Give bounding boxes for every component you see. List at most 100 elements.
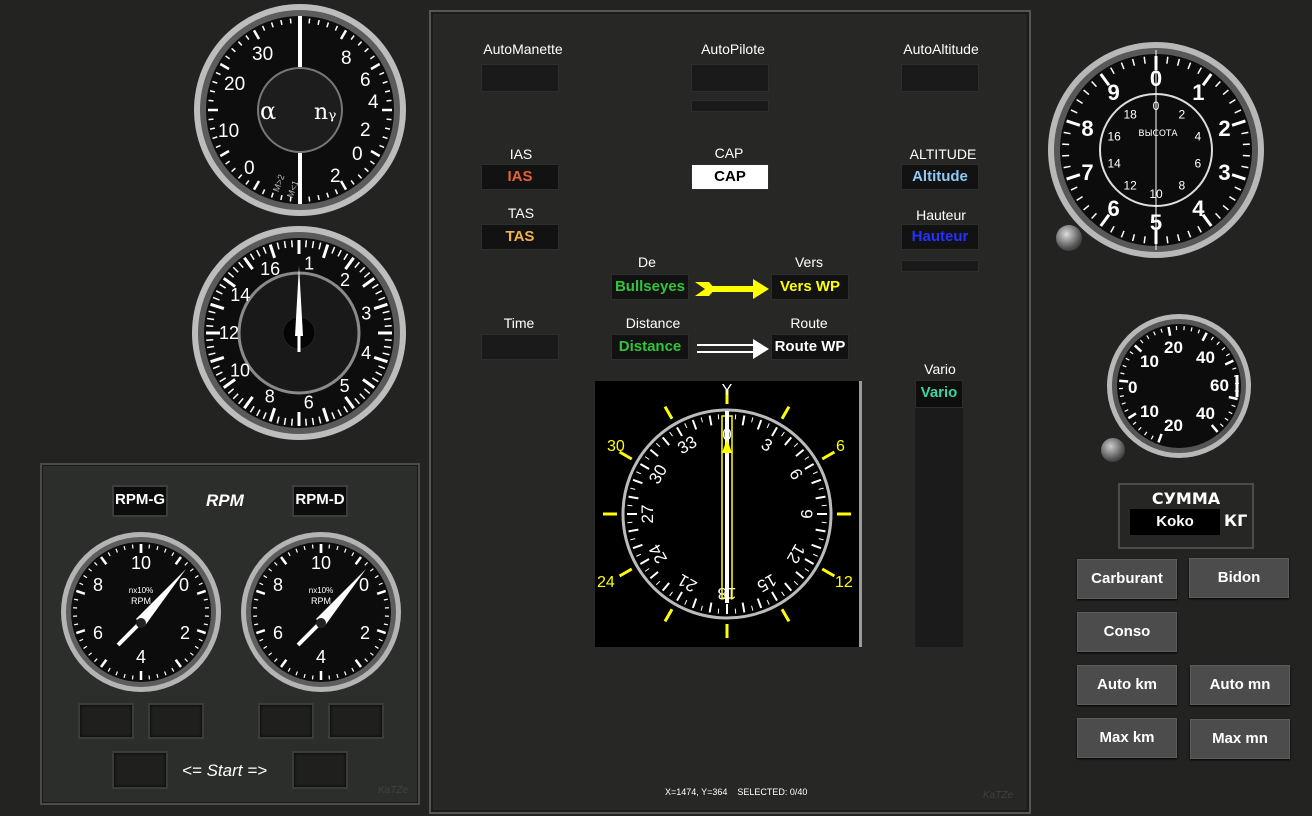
max-mn-button[interactable]: Max mn xyxy=(1190,719,1290,759)
altimeter-inner-label: 8 xyxy=(1179,179,1186,193)
speed-scale-label: 3 xyxy=(361,303,371,323)
compass-tick xyxy=(811,543,822,550)
compass-tick xyxy=(684,599,688,605)
autoaltitude-slot[interactable] xyxy=(901,64,979,92)
altimeter-label: ВЫСОТА xyxy=(1138,129,1178,139)
altimeter-inner-label: 2 xyxy=(1179,107,1186,121)
compass-tick xyxy=(815,528,826,533)
tick xyxy=(384,127,391,130)
automanette-label: AutoManette xyxy=(483,41,563,57)
compass-tick xyxy=(661,436,670,446)
hauteur-slot[interactable] xyxy=(901,260,979,272)
ny-scale-4: 4 xyxy=(368,92,379,113)
compass-tick xyxy=(793,442,799,448)
compass-outer-tick xyxy=(780,405,791,420)
de-caption: De xyxy=(638,254,656,270)
compass-tick xyxy=(649,571,659,580)
auto-mn-button[interactable]: Auto mn xyxy=(1190,665,1290,705)
start-left-button[interactable] xyxy=(112,751,168,789)
speed-scale-label: 6 xyxy=(304,392,314,412)
tick xyxy=(328,675,331,680)
ny-label: nᵧ xyxy=(314,100,336,125)
compass-tick xyxy=(751,417,754,423)
tick xyxy=(1143,236,1146,244)
compass-outer-6: 6 xyxy=(836,438,845,455)
compass-tick xyxy=(781,431,785,437)
compass-inner-label: 3 xyxy=(758,435,776,456)
compass-tick xyxy=(676,426,683,437)
tick xyxy=(148,544,151,549)
altimeter-inner-label: 4 xyxy=(1195,129,1202,143)
compass-tick xyxy=(751,605,754,611)
tick xyxy=(1166,236,1169,244)
compass-tick xyxy=(766,423,770,429)
vers-caption: Vers xyxy=(794,254,823,270)
tick xyxy=(1167,326,1172,336)
rpm-slot-4[interactable] xyxy=(328,703,384,739)
compass-tick xyxy=(628,528,639,533)
distance-display: Distance xyxy=(611,334,689,360)
tick xyxy=(289,18,292,24)
auto-km-button[interactable]: Auto km xyxy=(1077,665,1177,705)
conso-button[interactable]: Conso xyxy=(1077,612,1177,652)
vario-knob[interactable] xyxy=(1101,438,1125,462)
rpm-slot-3[interactable] xyxy=(258,703,314,739)
distance-caption: Distance xyxy=(625,315,681,331)
compass-tick xyxy=(708,602,713,613)
tick xyxy=(203,598,208,601)
tick xyxy=(254,623,259,626)
compass-tick xyxy=(795,571,805,580)
white-arrow-icon xyxy=(697,339,769,359)
altimeter-outer-label: 4 xyxy=(1192,196,1205,221)
compass-tick xyxy=(636,471,642,475)
compass-outer-tick xyxy=(780,608,791,623)
ias-caption: IAS xyxy=(509,146,533,162)
de-display: Bullseyes xyxy=(611,274,689,300)
autopilote-slot-2[interactable] xyxy=(691,100,769,112)
rpm-slot-1[interactable] xyxy=(78,703,134,739)
altimeter-outer-label: 3 xyxy=(1218,160,1230,185)
compass-tick xyxy=(649,448,659,457)
rpm-left-scale-4: 4 xyxy=(136,647,146,667)
tick xyxy=(317,194,320,201)
compass-tick xyxy=(639,558,650,565)
bidon-button[interactable]: Bidon xyxy=(1189,558,1289,598)
main-watermark: KaTZe xyxy=(983,790,1014,801)
main-panel: AutoManette AutoPilote AutoAltitude IAS … xyxy=(429,10,1031,814)
tick xyxy=(209,90,216,93)
yellow-arrow-icon xyxy=(695,279,769,299)
automanette-slot[interactable] xyxy=(481,64,559,92)
compass-tick xyxy=(669,591,673,597)
rpm-g-display: RPM-G xyxy=(112,485,168,517)
tick xyxy=(1119,379,1129,383)
tick xyxy=(203,623,208,626)
ny-scale-8: 8 xyxy=(341,48,352,69)
start-right-button[interactable] xyxy=(292,751,348,789)
autopilote-slot[interactable] xyxy=(691,64,769,92)
altimeter-knob[interactable] xyxy=(1056,225,1082,251)
rpm-slot-2[interactable] xyxy=(148,703,204,739)
ny-scale-2: 2 xyxy=(360,120,371,141)
tas-display: TAS xyxy=(481,224,559,250)
time-slot[interactable] xyxy=(481,334,559,360)
rpm-right-gauge: 10 0 2 4 6 8 nx10% RPM xyxy=(240,531,402,693)
altimeter-outer-label: 2 xyxy=(1218,116,1230,141)
vario-label-10b: 10 xyxy=(1140,402,1159,421)
tick xyxy=(1166,56,1169,64)
compass-tick xyxy=(804,463,815,470)
route-display: Route WP xyxy=(771,334,849,360)
ny-scale-2b: 2 xyxy=(330,166,341,187)
altimeter-inner-label: 12 xyxy=(1123,179,1137,193)
max-km-button[interactable]: Max km xyxy=(1077,718,1177,758)
tick xyxy=(384,338,392,342)
compass-outer-30: 30 xyxy=(607,438,625,455)
carburant-button[interactable]: Carburant xyxy=(1077,559,1177,599)
compass-tick xyxy=(691,598,698,609)
compass-tick xyxy=(628,495,639,500)
time-caption: Time xyxy=(503,315,535,331)
speed-scale-label: 4 xyxy=(361,343,371,363)
altimeter-outer-label: 7 xyxy=(1081,160,1093,185)
compass-tick xyxy=(771,591,778,602)
tick xyxy=(148,675,151,680)
altimeter-inner-label: 14 xyxy=(1107,157,1121,171)
